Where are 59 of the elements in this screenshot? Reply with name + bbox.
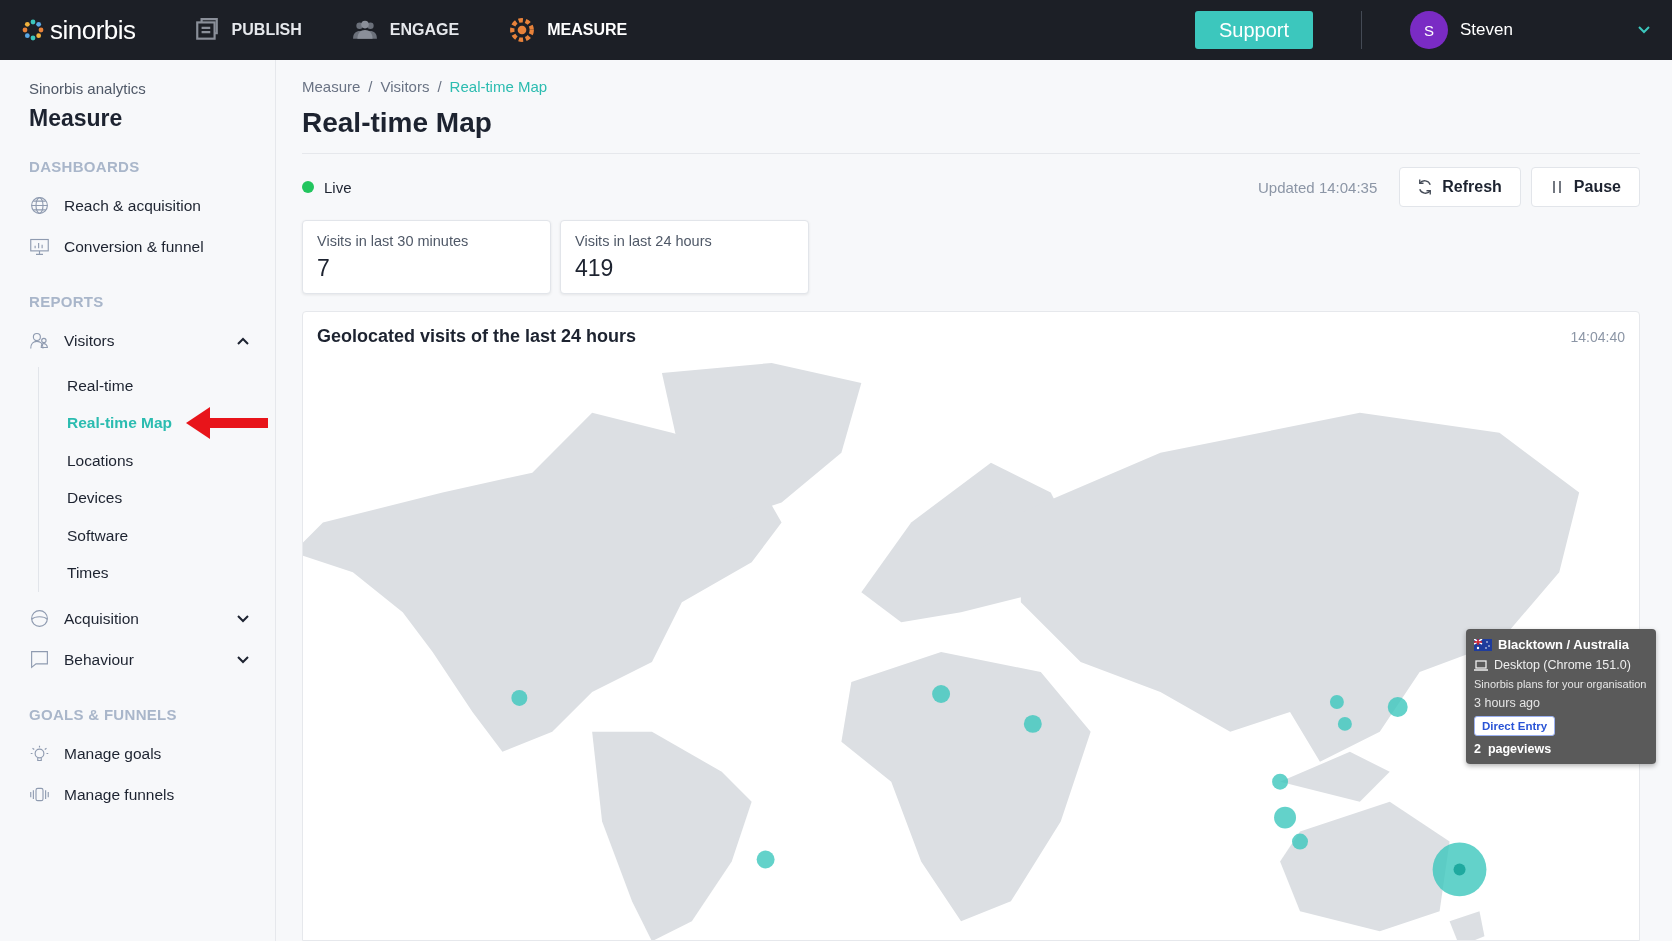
chevron-down-icon[interactable] (237, 614, 249, 623)
flag-icon (1474, 638, 1492, 651)
sidebar-item[interactable]: Acquisition (29, 598, 275, 639)
lightbulb-icon (29, 743, 50, 764)
nav-tab[interactable]: PUBLISH (173, 10, 332, 50)
user-name[interactable]: Steven (1460, 20, 1626, 40)
stat-value: 7 (317, 255, 331, 282)
stat-label: Visits in last 30 minutes (317, 233, 470, 249)
stat-label: Visits in last 24 hours (575, 233, 713, 249)
sidebar-subitem[interactable]: Software (67, 526, 129, 545)
sidebar-subitem[interactable]: Real-time (67, 376, 134, 395)
circle-icon (29, 608, 50, 629)
document-icon (193, 17, 220, 43)
section-heading: DASHBOARDS (29, 158, 141, 175)
tooltip-time: 3 hours ago (1474, 696, 1542, 710)
breadcrumb-link[interactable]: Measure (302, 78, 361, 95)
logo-icon (22, 19, 44, 41)
app-subtitle: Sinorbis analytics (29, 80, 147, 97)
stat-value: 419 (575, 255, 615, 282)
chevron-down-icon[interactable] (237, 655, 249, 664)
sidebar-item[interactable]: Visitors (29, 320, 275, 361)
user-avatar[interactable]: S (1410, 11, 1448, 49)
speech-bubble-icon (29, 649, 50, 670)
breadcrumb-separator: / (368, 78, 373, 95)
tooltip-site: Sinorbis plans for your organisation (1474, 678, 1648, 690)
toolbar-button[interactable]: Pause (1530, 167, 1640, 207)
sidebar-subitem[interactable]: Devices (67, 489, 123, 508)
live-label: Live (324, 178, 352, 196)
tooltip-location: Blacktown / Australia (1498, 637, 1629, 652)
sidebar-subitem[interactable]: Locations (67, 451, 134, 470)
sidebar-item[interactable]: Manage funnels (29, 774, 275, 815)
breadcrumb-separator: / (437, 78, 442, 95)
laptop-icon (1474, 659, 1488, 671)
chevron-down-icon[interactable] (1638, 26, 1650, 34)
panel-title: Geolocated visits of the last 24 hours (317, 326, 637, 347)
monitor-chart-icon (29, 236, 50, 257)
tooltip-device: Desktop (Chrome 151.0) (1494, 658, 1631, 672)
tooltip-pageviews: 2 pageviews (1474, 742, 1553, 756)
updated-time: Updated 14:04:35 (1258, 178, 1378, 196)
sidebar-item[interactable]: Manage goals (29, 733, 275, 774)
source-tag: Direct Entry (1474, 716, 1556, 736)
logo-text[interactable]: sinorbis (50, 14, 136, 46)
breadcrumb-link[interactable]: Visitors (380, 78, 430, 95)
sidebar-item[interactable]: Reach & acquisition (29, 185, 275, 226)
gear-icon (509, 17, 536, 43)
sidebar-item[interactable]: Conversion & funnel (29, 226, 275, 267)
page-title: Real-time Map (302, 107, 1640, 154)
users-icon (29, 330, 50, 351)
panel-time: 14:04:40 (1570, 328, 1625, 345)
chevron-up-icon[interactable] (237, 336, 249, 345)
section-title: Measure (29, 105, 124, 132)
nav-tab[interactable]: MEASURE (489, 10, 658, 50)
toolbar-button[interactable]: Refresh (1399, 167, 1521, 207)
section-heading: REPORTS (29, 293, 105, 310)
section-heading: GOALS & FUNNELS (29, 706, 178, 723)
globe-icon (29, 195, 50, 216)
sidebar-subitem[interactable]: Times (67, 564, 109, 583)
sidebar-item[interactable]: Behaviour (29, 639, 275, 680)
nav-tab[interactable]: ENGAGE (331, 10, 490, 50)
